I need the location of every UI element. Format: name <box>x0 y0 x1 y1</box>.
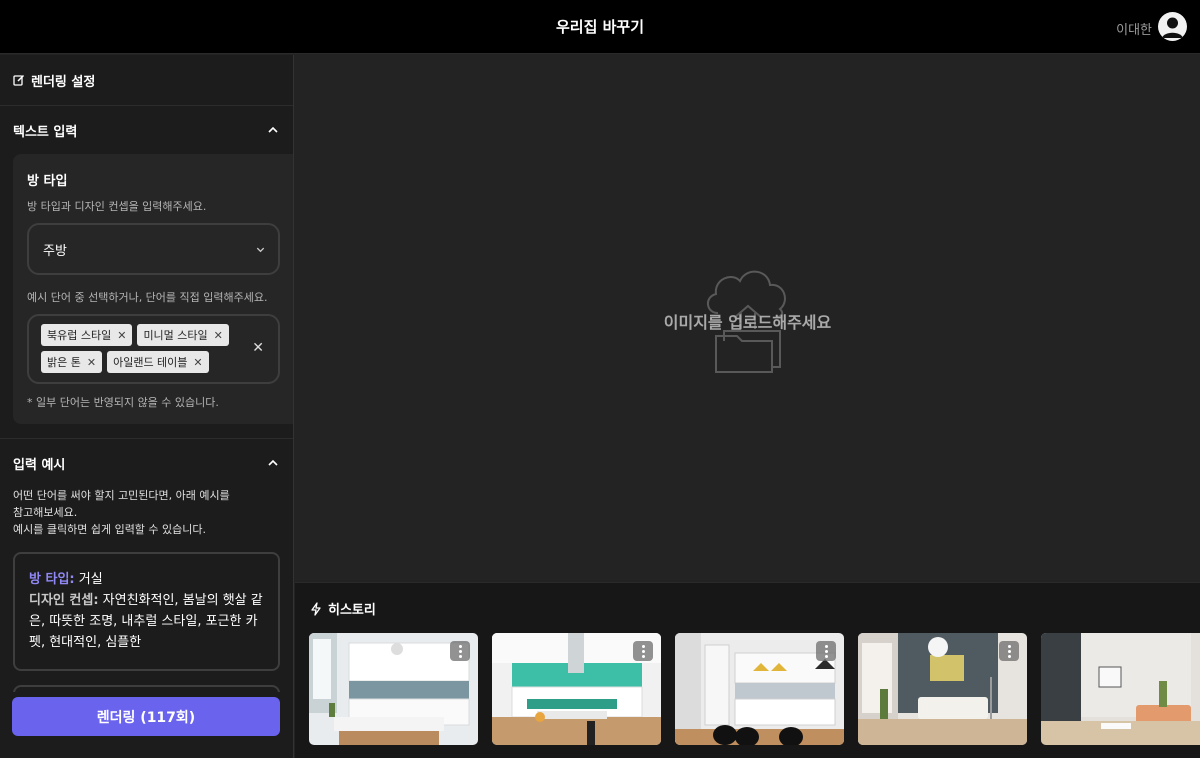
examples-section-toggle[interactable]: 입력 예시 <box>0 439 293 487</box>
history-thumbnail[interactable] <box>858 633 1027 745</box>
remove-tag-icon[interactable]: ✕ <box>87 356 96 369</box>
top-header: 우리집 바꾸기 이대한 <box>0 0 1200 54</box>
example-room-value: 거실 <box>78 572 103 587</box>
history-title: 히스토리 <box>328 603 376 618</box>
remove-tag-icon[interactable]: ✕ <box>214 329 223 342</box>
more-options-icon[interactable] <box>450 641 470 661</box>
remove-tag-icon[interactable]: ✕ <box>117 329 126 342</box>
room-type-card: 방 타입 방 타입과 디자인 컨셉을 입력해주세요. 주방 예시 단어 중 선택… <box>13 154 293 424</box>
history-thumbnails <box>309 633 1200 745</box>
edit-icon <box>13 74 25 86</box>
keyword-tag: 북유럽 스타일 ✕ <box>41 324 133 346</box>
keyword-note: * 일부 단어는 반영되지 않을 수 있습니다. <box>27 396 219 409</box>
clear-tags-icon[interactable]: ✕ <box>252 340 264 356</box>
examples-description: 어떤 단어를 써야 할지 고민된다면, 아래 예시를 참고해보세요. 예시를 클… <box>13 489 230 536</box>
lightning-icon <box>311 601 321 616</box>
user-name[interactable]: 이대한 <box>1116 19 1152 38</box>
image-upload-area[interactable]: 이미지를 업로드해주세요 <box>295 55 1200 582</box>
examples-section-title: 입력 예시 <box>13 457 66 473</box>
chevron-down-icon <box>256 247 265 252</box>
history-thumbnail[interactable] <box>492 633 661 745</box>
remove-tag-icon[interactable]: ✕ <box>193 356 202 369</box>
keyword-tag-label: 미니멀 스타일 <box>143 329 208 342</box>
keyword-tag-label: 북유럽 스타일 <box>47 329 112 342</box>
keyword-tags-input[interactable]: 북유럽 스타일 ✕ 미니멀 스타일 ✕ 밝은 톤 ✕ 아일랜드 테이블 ✕ ✕ <box>27 314 280 384</box>
keyword-tag: 미니멀 스타일 ✕ <box>137 324 229 346</box>
example-card[interactable]: 방 타입: 거실 디자인 컨셉: 자연친화적인, 봄날의 햇살 같은, 따뜻한 … <box>13 552 280 671</box>
keyword-hint: 예시 단어 중 선택하거나, 단어를 직접 입력해주세요. <box>27 291 268 304</box>
render-button[interactable]: 렌더링 (117회) <box>12 697 280 736</box>
sidebar-title: 렌더링 설정 <box>31 74 96 90</box>
room-type-value: 주방 <box>43 243 67 259</box>
keyword-tag: 아일랜드 테이블 ✕ <box>107 351 209 373</box>
keyword-tag-label: 아일랜드 테이블 <box>113 356 188 369</box>
room-type-hint: 방 타입과 디자인 컨셉을 입력해주세요. <box>27 200 207 213</box>
keyword-tag-label: 밝은 톤 <box>47 356 81 369</box>
user-avatar-icon[interactable] <box>1158 12 1187 41</box>
app-title: 우리집 바꾸기 <box>555 18 645 36</box>
text-input-section-toggle[interactable]: 텍스트 입력 <box>0 106 293 154</box>
more-options-icon[interactable] <box>816 641 836 661</box>
chevron-up-icon <box>268 126 278 133</box>
upload-prompt: 이미지를 업로드해주세요 <box>663 313 832 332</box>
sidebar-header: 렌더링 설정 <box>0 55 293 106</box>
more-options-icon[interactable] <box>633 641 653 661</box>
example-concept-label: 디자인 컨셉: <box>29 593 99 608</box>
example-room-label: 방 타입: <box>29 572 75 587</box>
history-header: 히스토리 <box>310 599 376 618</box>
more-options-icon[interactable] <box>999 641 1019 661</box>
settings-sidebar: 렌더링 설정 텍스트 입력 방 타입 방 타입과 디자인 컨셉을 입력해주세요.… <box>0 55 294 758</box>
history-thumbnail[interactable] <box>675 633 844 745</box>
history-thumbnail[interactable] <box>1041 633 1200 745</box>
room-type-title: 방 타입 <box>27 174 68 189</box>
chevron-up-icon <box>268 459 278 466</box>
render-footer: 렌더링 (117회) <box>0 692 293 758</box>
room-type-select[interactable]: 주방 <box>27 223 280 275</box>
keyword-tag: 밝은 톤 ✕ <box>41 351 103 373</box>
history-thumbnail[interactable] <box>309 633 478 745</box>
text-input-section-title: 텍스트 입력 <box>13 124 78 140</box>
history-panel: 히스토리 <box>295 582 1200 758</box>
